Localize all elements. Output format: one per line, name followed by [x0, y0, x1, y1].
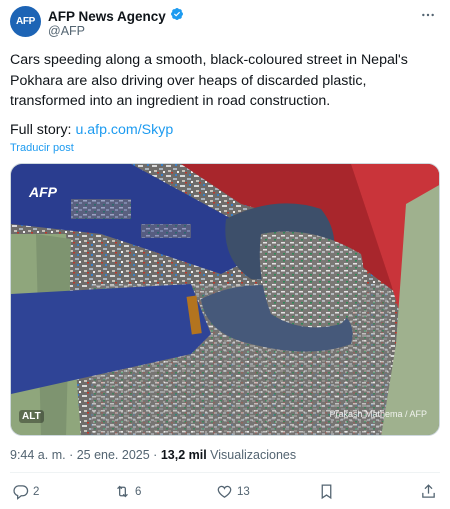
tweet-header: AFP AFP News Agency @AFP — [10, 6, 440, 40]
repost-button[interactable]: 6 — [114, 483, 141, 500]
meta-separator: · — [65, 448, 77, 462]
verified-badge-icon — [170, 7, 184, 26]
account-avatar[interactable]: AFP — [10, 6, 41, 37]
reply-button[interactable]: 2 — [12, 483, 39, 500]
account-name[interactable]: AFP News Agency — [48, 9, 166, 24]
tweet-date[interactable]: 25 ene. 2025 — [77, 448, 150, 462]
tweet-image[interactable]: AFP ALT Prakash Mathema / AFP — [10, 163, 440, 436]
full-story-line: Full story: u.afp.com/Skyp — [10, 122, 173, 138]
repost-icon — [117, 485, 128, 498]
bookmark-button[interactable] — [318, 483, 335, 500]
photo-illustration — [11, 164, 439, 435]
reply-icon — [13, 485, 29, 500]
action-bar: 2 6 13 — [10, 483, 440, 503]
views-count: 13,2 mil — [160, 448, 207, 462]
translate-link[interactable]: Traducir post — [10, 142, 74, 154]
full-story-label: Full story: — [10, 122, 76, 138]
tweet-metadata: 9:44 a. m. · 25 ene. 2025 · 13,2 mil Vis… — [10, 448, 296, 462]
account-handle[interactable]: @AFP — [48, 24, 85, 38]
tweet-body: Cars speeding along a smooth, black-colo… — [10, 52, 408, 109]
heart-icon — [217, 485, 232, 498]
tweet-time[interactable]: 9:44 a. m. — [10, 448, 66, 462]
divider — [10, 472, 440, 473]
views-label: Visualizaciones — [206, 448, 297, 462]
afp-watermark-logo: AFP — [29, 184, 57, 200]
photo-credit: Prakash Mathema / AFP — [329, 409, 427, 419]
full-story-link[interactable]: u.afp.com/Skyp — [75, 122, 173, 138]
tweet-text: Cars speeding along a smooth, black-colo… — [10, 50, 440, 112]
share-icon — [422, 484, 435, 498]
alt-text-badge[interactable]: ALT — [19, 410, 44, 423]
like-button[interactable]: 13 — [216, 483, 250, 500]
like-count: 13 — [237, 485, 250, 498]
repost-count: 6 — [135, 485, 142, 498]
reply-count: 2 — [33, 485, 40, 498]
share-button[interactable] — [420, 483, 437, 500]
meta-separator-2: · — [149, 448, 161, 462]
bookmark-icon — [321, 484, 332, 500]
more-options-icon[interactable] — [418, 6, 438, 24]
